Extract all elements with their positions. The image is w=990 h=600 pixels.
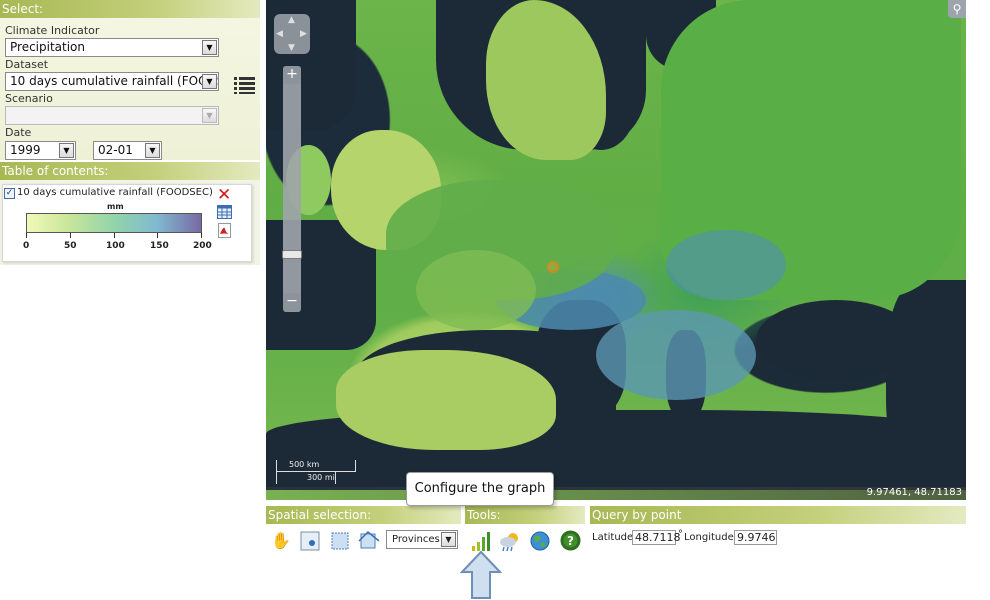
chevron-down-icon[interactable]: ▼	[202, 108, 217, 123]
list-icon[interactable]	[234, 76, 256, 94]
day-value: 02-01	[98, 143, 133, 157]
select-panel: Climate Indicator Precipitation ▼ Datase…	[0, 18, 260, 160]
hand-icon[interactable]: ✋	[270, 530, 292, 552]
day-select[interactable]: 02-01 ▼	[93, 141, 162, 160]
polygon-select-icon[interactable]	[358, 531, 380, 551]
toc-header: Table of contents:	[0, 162, 260, 180]
degree-symbol: °	[678, 529, 683, 540]
year-select[interactable]: 1999 ▼	[5, 141, 76, 160]
tooltip: Configure the graph	[406, 472, 554, 506]
pointer-arrow-icon	[460, 550, 502, 599]
date-label: Date	[5, 126, 32, 139]
dataset-label: Dataset	[5, 58, 49, 71]
zoom-in-button[interactable]: +	[283, 66, 301, 84]
table-icon[interactable]	[217, 205, 232, 219]
legend-tick-label: 200	[193, 241, 212, 251]
remove-layer-icon[interactable]: ✕	[217, 185, 231, 205]
zoom-bar[interactable]	[283, 66, 301, 312]
scenario-select[interactable]: ▼	[5, 106, 219, 125]
toc-panel: ✓ 10 days cumulative rainfall (FOODSEC) …	[0, 180, 260, 265]
help-gear-icon[interactable]: ?	[559, 529, 582, 552]
spatial-selection-header: Spatial selection:	[266, 506, 461, 524]
scale-top: 500 km	[276, 460, 356, 472]
pan-left-icon[interactable]: ◀	[276, 29, 283, 39]
pan-up-icon[interactable]: ▲	[288, 15, 295, 25]
map-view[interactable]: ▲ ▼ ◀ ▶ + − 500 km 300 mi ⚲ 9.97461, 48.…	[266, 0, 966, 500]
svg-text:?: ?	[567, 534, 574, 548]
box-select-icon[interactable]	[330, 531, 350, 551]
weather-icon[interactable]	[498, 530, 522, 552]
provinces-value: Provinces	[392, 534, 440, 545]
climate-indicator-label: Climate Indicator	[5, 24, 100, 37]
select-header: Select:	[0, 0, 260, 18]
legend-ticks	[26, 233, 202, 239]
query-header: Query by point	[590, 506, 966, 524]
provinces-select[interactable]: Provinces ▼	[386, 530, 458, 549]
pan-down-icon[interactable]: ▼	[288, 43, 295, 53]
chevron-down-icon[interactable]: ▼	[202, 40, 217, 55]
magnifier-icon[interactable]: ⚲	[948, 0, 966, 18]
legend-tick-label: 0	[23, 241, 30, 251]
scale-line: 500 km 300 mi	[276, 460, 356, 484]
scenario-label: Scenario	[5, 92, 53, 105]
latitude-input[interactable]: 48.7118	[632, 530, 681, 545]
longitude-label: Longitude	[684, 532, 734, 543]
year-value: 1999	[10, 143, 41, 157]
pan-right-icon[interactable]: ▶	[300, 29, 307, 39]
mouse-coords: 9.97461, 48.71183	[866, 487, 962, 498]
legend-tick-label: 150	[150, 241, 169, 251]
query-point-marker	[547, 261, 559, 273]
dataset-select[interactable]: 10 days cumulative rainfall (FOODSEC) ▼	[5, 72, 219, 91]
zoom-out-button[interactable]: −	[283, 293, 301, 311]
legend-colorbar	[26, 213, 202, 233]
climate-indicator-select[interactable]: Precipitation ▼	[5, 38, 219, 57]
pdf-icon[interactable]	[218, 223, 231, 238]
legend-tick-label: 100	[106, 241, 125, 251]
scale-bottom: 300 mi	[276, 472, 336, 484]
legend-tick-label: 50	[64, 241, 77, 251]
layer-checkbox[interactable]: ✓	[4, 188, 15, 199]
point-select-icon[interactable]	[300, 531, 320, 551]
tools-header: Tools:	[465, 506, 585, 524]
chevron-down-icon[interactable]: ▼	[145, 143, 160, 158]
globe-icon[interactable]	[529, 530, 551, 552]
coord-bar	[266, 487, 966, 500]
pan-control[interactable]: ▲ ▼ ◀ ▶	[274, 14, 310, 54]
bar-chart-icon[interactable]	[470, 530, 492, 552]
layer-name: 10 days cumulative rainfall (FOODSEC)	[17, 187, 213, 198]
latitude-label: Latitude	[592, 532, 634, 543]
legend-unit: mm	[107, 202, 124, 211]
chevron-down-icon[interactable]: ▼	[441, 532, 456, 547]
dataset-value: 10 days cumulative rainfall (FOODSEC)	[10, 74, 218, 88]
climate-indicator-value: Precipitation	[10, 40, 86, 54]
zoom-slider-handle[interactable]	[282, 250, 302, 259]
longitude-input[interactable]: 9.9746	[734, 530, 777, 545]
chevron-down-icon[interactable]: ▼	[59, 143, 74, 158]
layer-item: ✓ 10 days cumulative rainfall (FOODSEC) …	[2, 184, 252, 262]
chevron-down-icon[interactable]: ▼	[202, 74, 217, 89]
